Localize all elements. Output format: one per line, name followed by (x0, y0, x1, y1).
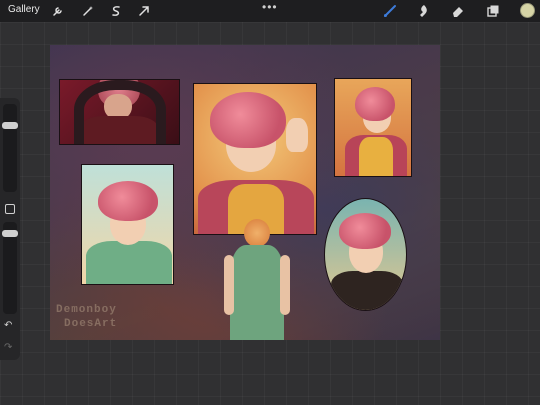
artwork-panel-waving (193, 83, 317, 235)
layers-icon[interactable] (485, 3, 501, 19)
modify-button[interactable] (5, 204, 15, 214)
brush-size-thumb[interactable] (2, 122, 18, 129)
eraser-icon[interactable] (450, 3, 466, 19)
watermark-line-1: Demonboy (56, 304, 117, 316)
top-toolbar: Gallery ••• (0, 0, 540, 22)
artwork-panel-profile (334, 78, 412, 177)
gallery-button[interactable]: Gallery (8, 4, 40, 15)
wrench-icon[interactable] (50, 3, 66, 19)
redo-icon[interactable]: ↷ (4, 342, 12, 353)
artwork-canvas[interactable]: Demonboy DoesArt (50, 45, 440, 340)
artwork-panel-oval-portrait (324, 198, 407, 311)
selection-icon[interactable] (108, 3, 124, 19)
artwork-panel-hooded (59, 79, 180, 145)
opacity-thumb[interactable] (2, 230, 18, 237)
smudge-icon[interactable] (416, 3, 432, 19)
watermark-line-2: DoesArt (64, 318, 118, 330)
more-options-icon[interactable]: ••• (262, 0, 278, 14)
color-swatch[interactable] (520, 3, 535, 18)
undo-icon[interactable]: ↶ (4, 320, 12, 331)
brush-size-slider[interactable] (3, 104, 17, 192)
artwork-figure-back-view (224, 215, 290, 340)
transform-arrow-icon[interactable] (136, 3, 152, 19)
left-sidebar: ↶ ↷ (0, 98, 20, 360)
artwork-panel-green-shirt (81, 164, 174, 285)
brush-icon[interactable] (382, 3, 398, 19)
magic-wand-icon[interactable] (80, 3, 96, 19)
artist-watermark: Demonboy DoesArt (56, 303, 117, 331)
